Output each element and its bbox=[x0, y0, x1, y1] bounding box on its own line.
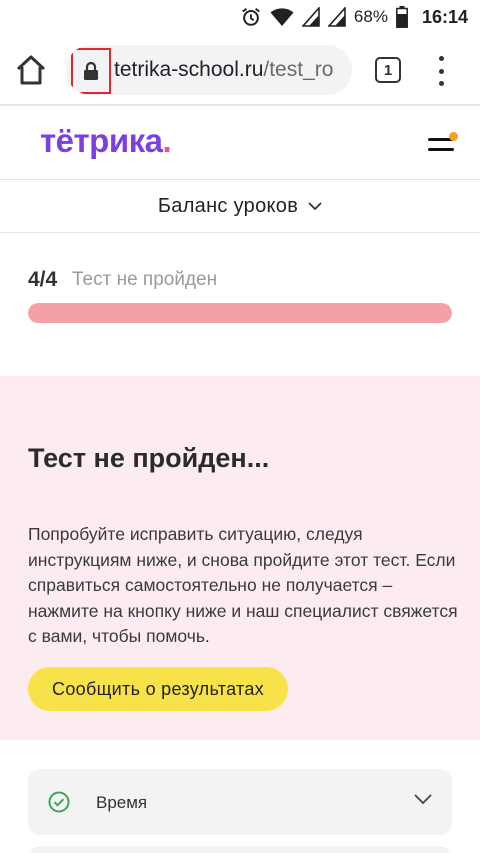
accordion-item-next[interactable] bbox=[28, 846, 452, 853]
notification-badge bbox=[449, 132, 458, 141]
check-circle-icon bbox=[48, 791, 70, 813]
browser-toolbar: tetrika-school.ru/test_ro 1 bbox=[0, 34, 480, 106]
alarm-icon bbox=[242, 7, 260, 26]
balance-dropdown[interactable]: Баланс уроков bbox=[0, 180, 480, 233]
result-title: Тест не пройден... bbox=[28, 443, 270, 473]
browser-menu-icon[interactable] bbox=[436, 56, 446, 86]
result-text: Попробуйте исправить ситуацию, следуя ин… bbox=[28, 524, 458, 646]
logo[interactable]: тётрика. bbox=[40, 122, 172, 160]
result-card: Тест не пройден... Попробуйте исправить … bbox=[0, 376, 480, 740]
tab-switcher-button[interactable]: 1 bbox=[375, 57, 401, 83]
url-text: tetrika-school.ru/test_ro bbox=[114, 58, 333, 82]
progress-bar bbox=[28, 303, 452, 323]
balance-label: Баланс уроков bbox=[157, 194, 299, 217]
accordion-label: Время bbox=[96, 793, 148, 812]
chevron-down-icon bbox=[308, 201, 322, 210]
progress-status: Тест не пройден bbox=[72, 269, 218, 290]
signal-icon-2 bbox=[327, 7, 346, 27]
logo-main: тётрика bbox=[40, 122, 163, 159]
status-bar: 68% 16:14 bbox=[0, 0, 480, 34]
logo-dot: . bbox=[162, 122, 172, 159]
report-results-button[interactable]: Сообщить о результатах bbox=[28, 667, 288, 711]
battery-percent: 68% bbox=[353, 7, 388, 26]
site-info-button[interactable] bbox=[71, 48, 111, 94]
chevron-down-icon bbox=[414, 794, 432, 805]
home-icon[interactable] bbox=[14, 54, 48, 86]
menu-icon[interactable] bbox=[428, 132, 458, 158]
battery-icon bbox=[396, 6, 408, 28]
signal-icon bbox=[301, 7, 320, 27]
url-domain: tetrika-school.ru bbox=[114, 58, 264, 81]
url-path: /test_ro bbox=[263, 58, 334, 81]
lock-icon bbox=[84, 61, 98, 80]
site-header: тётрика. bbox=[0, 108, 480, 180]
test-progress: 4/4 Тест не пройден bbox=[0, 234, 480, 376]
status-time: 16:14 bbox=[421, 6, 468, 27]
tab-count: 1 bbox=[383, 61, 393, 79]
progress-count: 4/4 bbox=[28, 268, 58, 291]
accordion-item-time[interactable]: Время bbox=[28, 769, 452, 835]
address-bar[interactable]: tetrika-school.ru/test_ro bbox=[66, 45, 352, 95]
wifi-icon bbox=[270, 8, 294, 26]
progress-bar-fill bbox=[28, 303, 452, 323]
